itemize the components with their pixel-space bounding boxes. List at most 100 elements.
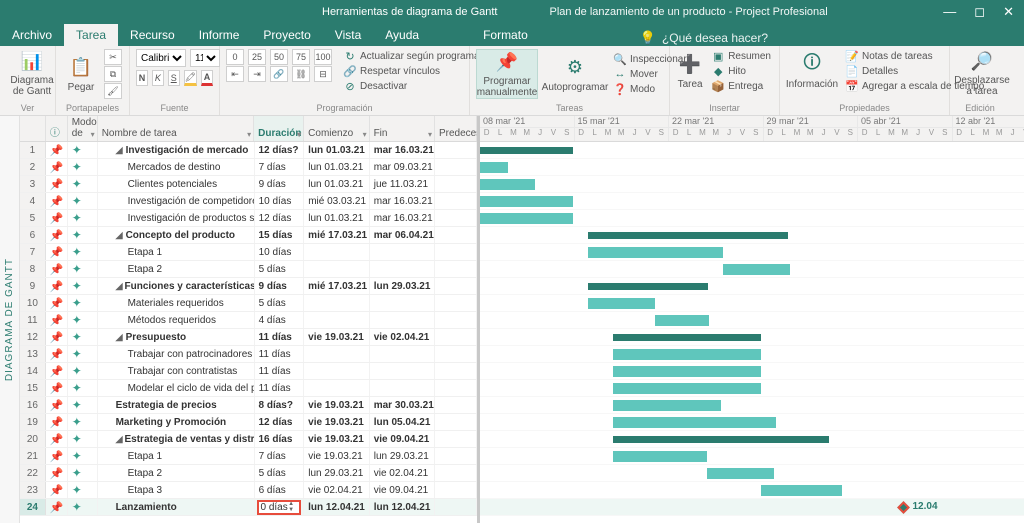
gantt-row[interactable] [480, 380, 1024, 397]
cell-finish[interactable]: mar 16.03.21 [370, 193, 436, 209]
cell-pred[interactable] [435, 159, 477, 175]
cell-finish[interactable] [370, 244, 436, 260]
cell-name[interactable]: Trabajar con contratistas [98, 363, 255, 379]
tab-vista[interactable]: Vista [323, 24, 373, 46]
cell-mode[interactable]: ✦ [68, 193, 98, 209]
cell-rownum[interactable]: 13 [20, 346, 46, 362]
cell-mode[interactable]: ✦ [68, 312, 98, 328]
cell-start[interactable] [304, 380, 370, 396]
format-painter-button[interactable]: 🖌 [104, 83, 122, 99]
cell-mode[interactable]: ✦ [68, 380, 98, 396]
cell-rownum[interactable]: 19 [20, 414, 46, 430]
table-row[interactable]: 9 📌 ✦ ◢Funciones y características 9 día… [20, 278, 477, 295]
cell-finish[interactable]: lun 29.03.21 [370, 278, 436, 294]
col-predecessors[interactable]: Predeceso [435, 116, 477, 141]
table-row[interactable]: 13 📌 ✦ Trabajar con patrocinadores 11 dí… [20, 346, 477, 363]
italic-button[interactable]: K [152, 70, 164, 86]
table-row[interactable]: 4 📌 ✦ Investigación de competidores 10 d… [20, 193, 477, 210]
cell-start[interactable]: vie 02.04.21 [304, 482, 370, 498]
cell-pred[interactable] [435, 210, 477, 226]
task-bar[interactable] [613, 349, 761, 360]
tab-formato[interactable]: Formato [471, 24, 540, 46]
cell-pred[interactable] [435, 278, 477, 294]
cell-finish[interactable] [370, 261, 436, 277]
cell-duration[interactable]: 11 días [255, 346, 305, 362]
information-button[interactable]: 🛈Información [786, 53, 838, 90]
cell-start[interactable] [304, 346, 370, 362]
cell-duration[interactable]: 10 días [255, 244, 305, 260]
task-bar[interactable] [588, 247, 723, 258]
pct100-button[interactable]: 100 [314, 49, 332, 65]
cell-duration[interactable]: 5 días [255, 295, 305, 311]
cell-pred[interactable] [435, 448, 477, 464]
cell-name[interactable]: Etapa 1 [98, 448, 255, 464]
cell-mode[interactable]: ✦ [68, 278, 98, 294]
cell-pred[interactable] [435, 142, 477, 158]
cell-finish[interactable]: mar 16.03.21 [370, 210, 436, 226]
cell-finish[interactable]: lun 12.04.21 [370, 499, 436, 515]
table-row[interactable]: 3 📌 ✦ Clientes potenciales 9 días lun 01… [20, 176, 477, 193]
cell-mode[interactable]: ✦ [68, 431, 98, 447]
gantt-row[interactable] [480, 448, 1024, 465]
cell-finish[interactable]: vie 09.04.21 [370, 482, 436, 498]
cell-pred[interactable] [435, 363, 477, 379]
cell-finish[interactable]: mar 09.03.21 [370, 159, 436, 175]
table-row[interactable]: 14 📌 ✦ Trabajar con contratistas 11 días [20, 363, 477, 380]
table-row[interactable]: 22 📌 ✦ Etapa 2 5 días lun 29.03.21 vie 0… [20, 465, 477, 482]
cell-start[interactable]: vie 19.03.21 [304, 431, 370, 447]
fill-color-button[interactable]: 🖍 [184, 70, 197, 86]
table-row[interactable]: 19 📌 ✦ Marketing y Promoción 12 días vie… [20, 414, 477, 431]
gantt-row[interactable] [480, 278, 1024, 295]
collapse-icon[interactable]: ◢ [116, 281, 123, 292]
cell-name[interactable]: ◢Funciones y características [98, 278, 255, 294]
cell-mode[interactable]: ✦ [68, 346, 98, 362]
cell-name[interactable]: Modelar el ciclo de vida del producto [98, 380, 255, 396]
cell-start[interactable]: lun 01.03.21 [304, 176, 370, 192]
cell-rownum[interactable]: 21 [20, 448, 46, 464]
cell-start[interactable]: mié 17.03.21 [304, 227, 370, 243]
cell-pred[interactable] [435, 244, 477, 260]
outdent-button[interactable]: ⇤ [226, 66, 244, 82]
cell-pred[interactable] [435, 227, 477, 243]
table-row[interactable]: 10 📌 ✦ Materiales requeridos 5 días [20, 295, 477, 312]
cell-name[interactable]: ◢Concepto del producto [98, 227, 255, 243]
cell-rownum[interactable]: 11 [20, 312, 46, 328]
gantt-view-button[interactable]: 📊 Diagrama de Gantt [6, 49, 58, 97]
cell-finish[interactable]: vie 02.04.21 [370, 465, 436, 481]
pct50-button[interactable]: 50 [270, 49, 288, 65]
bold-button[interactable]: N [136, 70, 148, 86]
cell-start[interactable]: lun 29.03.21 [304, 465, 370, 481]
cell-duration[interactable]: 12 días [255, 414, 305, 430]
cell-duration[interactable]: 11 días [255, 363, 305, 379]
gantt-row[interactable] [480, 176, 1024, 193]
cell-name[interactable]: Etapa 1 [98, 244, 255, 260]
cell-duration[interactable]: 7 días [255, 159, 305, 175]
task-bar[interactable] [613, 383, 761, 394]
tab-tarea[interactable]: Tarea [64, 24, 118, 46]
cell-pred[interactable] [435, 380, 477, 396]
cell-finish[interactable]: mar 30.03.21 [370, 397, 436, 413]
cell-finish[interactable] [370, 312, 436, 328]
gantt-row[interactable] [480, 295, 1024, 312]
duration-editor[interactable]: 0 días▲▼ [257, 500, 302, 515]
gantt-row[interactable] [480, 397, 1024, 414]
gantt-row[interactable] [480, 465, 1024, 482]
cell-name[interactable]: Clientes potenciales [98, 176, 255, 192]
task-bar[interactable] [480, 213, 573, 224]
cell-name[interactable]: Materiales requeridos [98, 295, 255, 311]
cell-rownum[interactable]: 15 [20, 380, 46, 396]
cell-name[interactable]: ◢Investigación de mercado [98, 142, 255, 158]
cell-pred[interactable] [435, 261, 477, 277]
pct75-button[interactable]: 75 [292, 49, 310, 65]
cell-finish[interactable] [370, 363, 436, 379]
cell-finish[interactable]: mar 16.03.21 [370, 142, 436, 158]
schedule-manually-button[interactable]: 📌Programar manualmente [476, 49, 538, 99]
gantt-row[interactable] [480, 431, 1024, 448]
cell-duration[interactable]: 15 días [255, 227, 305, 243]
cell-pred[interactable] [435, 176, 477, 192]
cell-mode[interactable]: ✦ [68, 448, 98, 464]
spinner-icon[interactable]: ▲▼ [288, 502, 298, 513]
pct0-button[interactable]: 0 [226, 49, 244, 65]
task-bar[interactable] [761, 485, 842, 496]
cell-finish[interactable] [370, 346, 436, 362]
